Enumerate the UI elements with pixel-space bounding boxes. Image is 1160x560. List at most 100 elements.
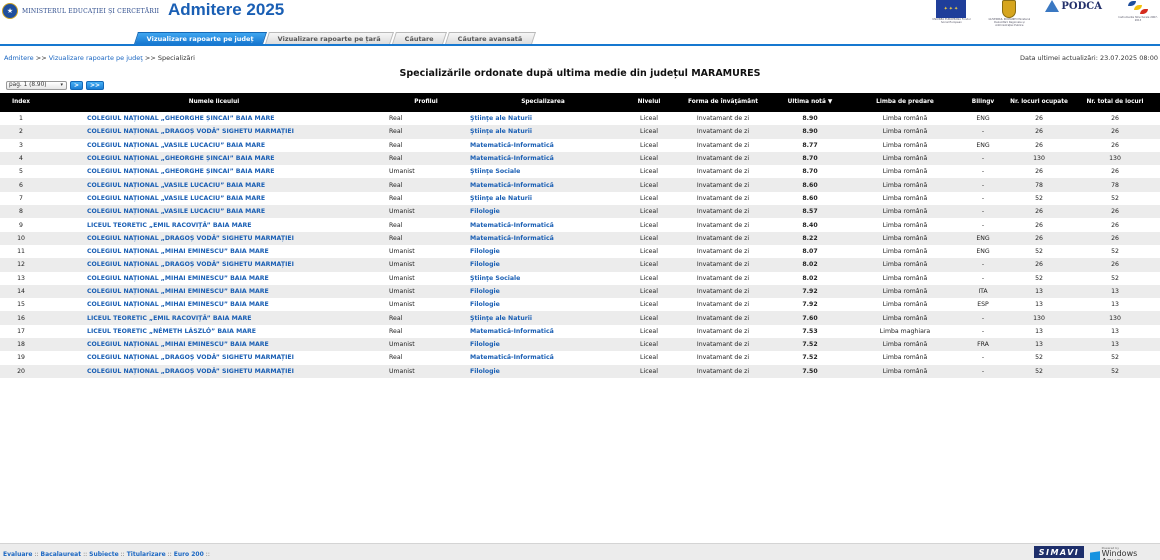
- col-form[interactable]: Forma de învăţământ: [678, 93, 768, 112]
- row-last-grade: 8.02: [768, 258, 852, 272]
- specialization-link[interactable]: Filologie: [466, 298, 620, 311]
- school-link[interactable]: COLEGIUL NAȚIONAL „DRAGOȘ VODĂ” SIGHETU …: [42, 258, 386, 272]
- page-select[interactable]: pag. 1 (8.90) ▾: [6, 81, 67, 90]
- col-language[interactable]: Limba de predare: [852, 93, 958, 112]
- gov-caption: GUVERNUL ROMÂNIEI Ministerul Dezvoltării…: [988, 18, 1031, 27]
- school-link[interactable]: COLEGIUL NAȚIONAL „MIHAI EMINESCU” BAIA …: [42, 298, 386, 311]
- tab-search[interactable]: Căutare: [391, 32, 447, 44]
- tab-advanced-search[interactable]: Căutare avansată: [444, 32, 536, 44]
- specialization-link[interactable]: Matematică-Informatică: [466, 231, 620, 245]
- specialization-link[interactable]: Ştiinţe ale Naturii: [466, 112, 620, 125]
- specialization-link[interactable]: Ştiinţe Sociale: [466, 165, 620, 178]
- col-index[interactable]: Index: [0, 93, 42, 112]
- row-bilingual: ENG: [976, 141, 990, 149]
- school-link[interactable]: COLEGIUL NAȚIONAL „GHEORGHE ȘINCAI” BAIA…: [42, 165, 386, 178]
- row-index: 19: [17, 354, 25, 362]
- specialization-link[interactable]: Ştiinţe ale Naturii: [466, 311, 620, 325]
- table-row: 11 COLEGIUL NAȚIONAL „MIHAI EMINESCU” BAI…: [0, 245, 1160, 258]
- row-language: Limba română: [882, 354, 928, 362]
- school-link[interactable]: COLEGIUL NAȚIONAL „MIHAI EMINESCU” BAIA …: [42, 338, 386, 352]
- row-total: 13: [1070, 338, 1160, 352]
- school-link[interactable]: COLEGIUL NAȚIONAL „VASILE LUCACIU” BAIA …: [42, 192, 386, 205]
- school-link[interactable]: COLEGIUL NAȚIONAL „DRAGOȘ VODĂ” SIGHETU …: [42, 351, 386, 364]
- school-link[interactable]: COLEGIUL NAȚIONAL „DRAGOȘ VODĂ” SIGHETU …: [42, 364, 386, 378]
- row-total: 26: [1111, 221, 1119, 229]
- row-profile: Real: [386, 178, 466, 192]
- col-occupied[interactable]: Nr. locuri ocupate: [1008, 93, 1070, 112]
- specialization-link[interactable]: Filologie: [466, 245, 620, 258]
- col-profile[interactable]: Profilul: [386, 93, 466, 112]
- specialization-link[interactable]: Filologie: [466, 364, 620, 378]
- col-last-grade[interactable]: Ultima notă ▼: [768, 93, 852, 112]
- breadcrumb-admitere[interactable]: Admitere: [4, 54, 34, 62]
- school-link[interactable]: COLEGIUL NAȚIONAL „MIHAI EMINESCU” BAIA …: [42, 245, 386, 258]
- school-link[interactable]: COLEGIUL NAȚIONAL „MIHAI EMINESCU” BAIA …: [42, 272, 386, 285]
- page-title: Specializările ordonate după ultima medi…: [399, 68, 761, 79]
- windows-azure-logo[interactable]: Powered byWindows Azure: [1090, 547, 1160, 560]
- row-profile: Umanist: [386, 205, 466, 219]
- row-profile: Umanist: [389, 248, 415, 256]
- ministry-branding[interactable]: ★ MINISTERUL EDUCAȚIEI ȘI CERCETĂRII: [2, 3, 159, 19]
- school-link[interactable]: COLEGIUL NAȚIONAL „VASILE LUCACIU” BAIA …: [42, 178, 386, 192]
- row-total: 78: [1070, 178, 1160, 192]
- specialization-link[interactable]: Filologie: [466, 284, 620, 299]
- specialization-link[interactable]: Ştiinţe Sociale: [466, 272, 620, 285]
- school-link[interactable]: COLEGIUL NAȚIONAL „VASILE LUCACIU” BAIA …: [42, 205, 386, 219]
- footer-link[interactable]: Titularizare: [127, 551, 166, 558]
- specialization-link[interactable]: Matematică-Informatică: [466, 218, 620, 231]
- next-page-button[interactable]: >: [70, 81, 84, 90]
- specialization-link[interactable]: Ştiinţe ale Naturii: [466, 192, 620, 205]
- breadcrumb-county-reports[interactable]: Vizualizare rapoarte pe judeţ: [49, 54, 143, 62]
- footer-link[interactable]: Evaluare: [3, 551, 32, 558]
- row-profile: Real: [389, 327, 403, 335]
- row-form: Invatamant de zi: [696, 194, 750, 202]
- last-page-button[interactable]: >>: [86, 81, 105, 90]
- specialization-link[interactable]: Filologie: [466, 258, 620, 272]
- specialization-link[interactable]: Matematică-Informatică: [466, 351, 620, 364]
- row-occupied: 26: [1035, 115, 1043, 123]
- row-language: Limba română: [882, 248, 928, 256]
- table-row: 17 LICEUL TEORETIC „NÉMETH LÁSZLÓ” BAIA M…: [0, 325, 1160, 338]
- specialization-link[interactable]: Filologie: [466, 338, 620, 352]
- tab-county-reports[interactable]: Vizualizare rapoarte pe județ: [134, 32, 267, 44]
- row-total: 13: [1111, 327, 1119, 335]
- row-profile: Real: [386, 125, 466, 139]
- col-total[interactable]: Nr. total de locuri: [1070, 93, 1160, 112]
- school-link[interactable]: COLEGIUL NAȚIONAL „DRAGOȘ VODĂ” SIGHETU …: [42, 125, 386, 139]
- footer-link[interactable]: Euro 200: [174, 551, 204, 558]
- specialization-link[interactable]: Filologie: [466, 205, 620, 219]
- school-link[interactable]: COLEGIUL NAȚIONAL „GHEORGHE ȘINCAI” BAIA…: [42, 112, 386, 125]
- specialization-link[interactable]: Matematică-Informatică: [466, 139, 620, 152]
- footer-link[interactable]: Bacalaureat: [41, 551, 82, 558]
- row-bilingual: ENG: [958, 231, 1008, 245]
- col-specialization[interactable]: Specializarea: [466, 93, 620, 112]
- footer-link[interactable]: Subiecte: [89, 551, 119, 558]
- row-bilingual: ESP: [977, 301, 989, 309]
- row-total: 130: [1070, 151, 1160, 166]
- school-link[interactable]: LICEUL TEORETIC „EMIL RACOVIȚĂ” BAIA MAR…: [42, 218, 386, 231]
- row-index: 11: [17, 248, 25, 256]
- school-link[interactable]: COLEGIUL NAȚIONAL „GHEORGHE ȘINCAI” BAIA…: [42, 151, 386, 166]
- specialization-link[interactable]: Ştiinţe ale Naturii: [466, 125, 620, 139]
- simavi-logo[interactable]: SIMAVI: [1034, 546, 1084, 558]
- table-row: 3 COLEGIUL NAȚIONAL „VASILE LUCACIU” BAIA…: [0, 139, 1160, 152]
- specialization-link[interactable]: Matematică-Informatică: [466, 178, 620, 192]
- specialization-link[interactable]: Matematică-Informatică: [466, 325, 620, 338]
- row-index: 5: [19, 168, 23, 176]
- col-school[interactable]: Numele liceului: [42, 93, 386, 112]
- breadcrumb-separator: >>: [144, 54, 156, 62]
- row-language: Limba română: [852, 125, 958, 139]
- school-link[interactable]: COLEGIUL NAȚIONAL „MIHAI EMINESCU” BAIA …: [42, 284, 386, 299]
- school-link[interactable]: LICEUL TEORETIC „EMIL RACOVIȚĂ” BAIA MAR…: [42, 311, 386, 325]
- col-bilingual[interactable]: Bilingv: [958, 93, 1008, 112]
- col-level[interactable]: Nivelul: [620, 93, 678, 112]
- school-link[interactable]: COLEGIUL NAȚIONAL „DRAGOȘ VODĂ” SIGHETU …: [42, 231, 386, 245]
- specialization-link[interactable]: Matematică-Informatică: [466, 151, 620, 166]
- row-language: Limba română: [882, 168, 928, 176]
- row-occupied: 26: [1008, 125, 1070, 139]
- tab-country-reports[interactable]: Vizualizare rapoarte pe țară: [264, 32, 394, 44]
- school-link[interactable]: LICEUL TEORETIC „NÉMETH LÁSZLÓ” BAIA MAR…: [42, 325, 386, 338]
- row-occupied: 26: [1008, 205, 1070, 219]
- school-link[interactable]: COLEGIUL NAȚIONAL „VASILE LUCACIU” BAIA …: [42, 139, 386, 152]
- windows-flag-icon: [1090, 550, 1100, 560]
